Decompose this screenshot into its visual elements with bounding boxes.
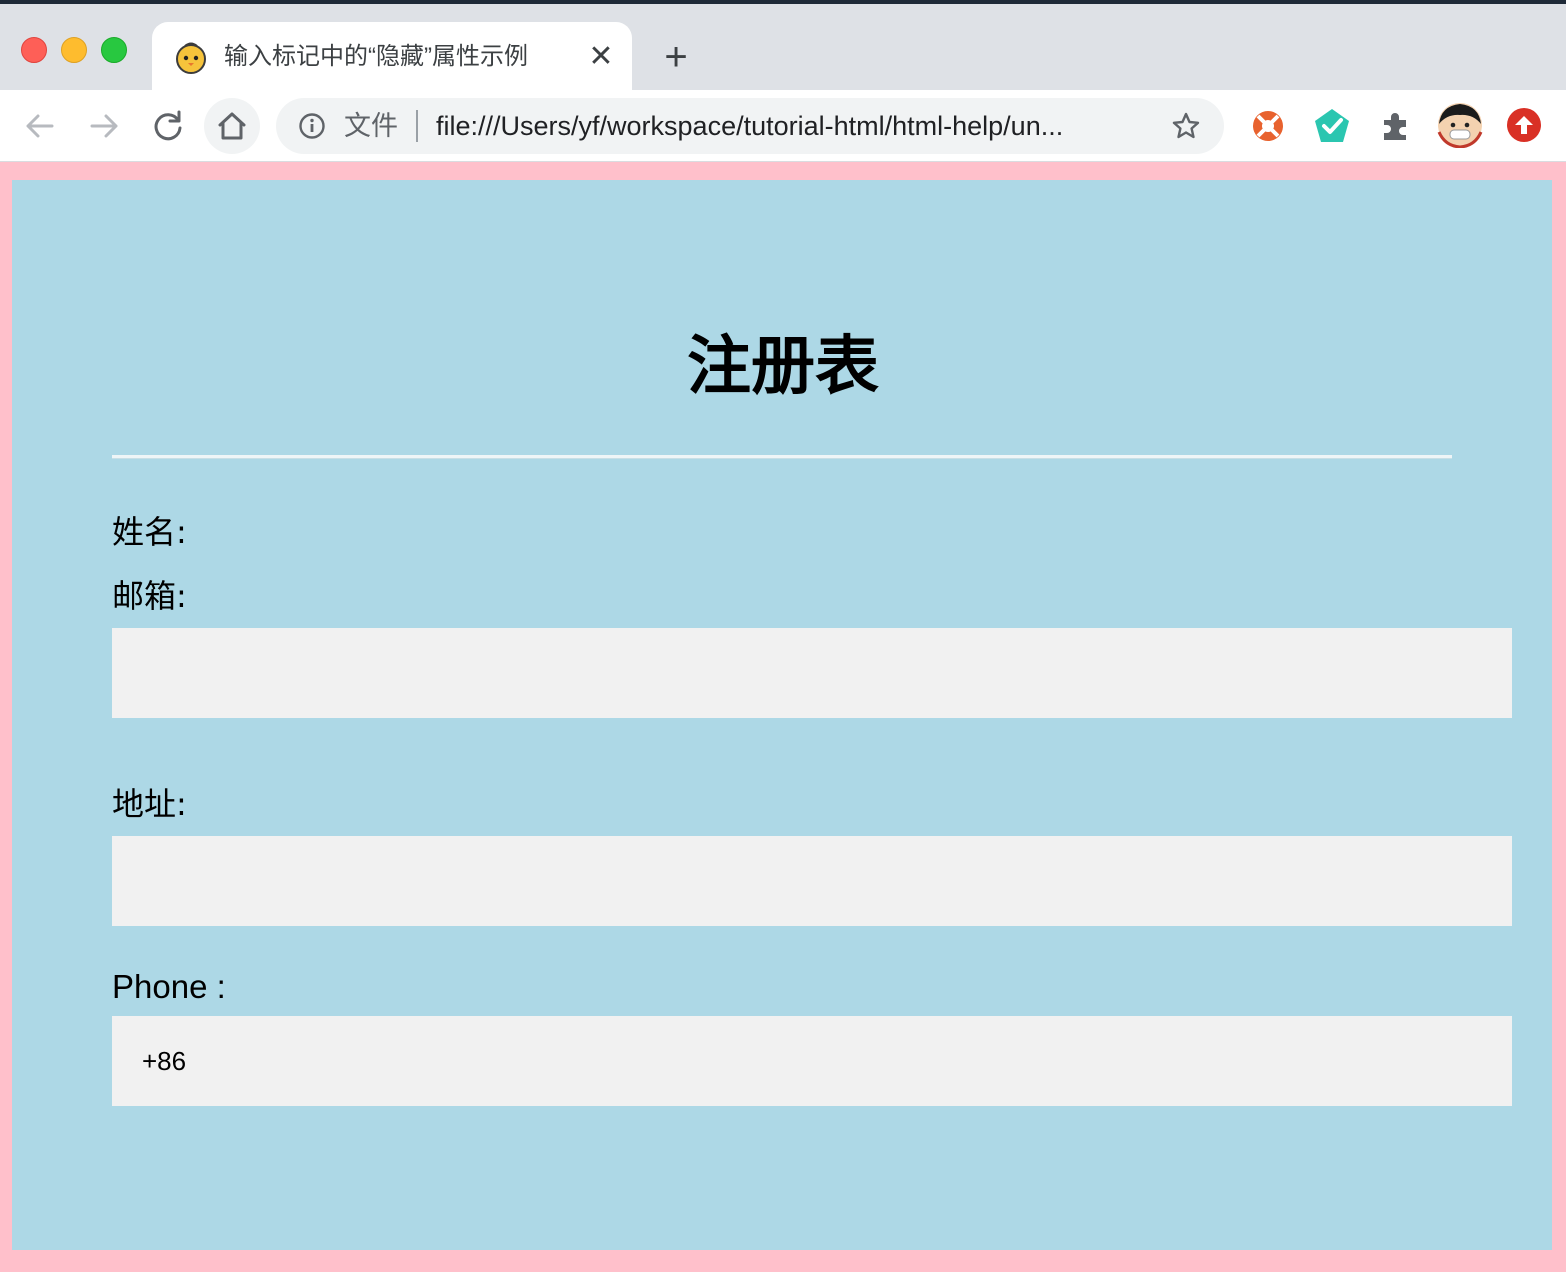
file-scheme-chip: 文件: [344, 111, 398, 141]
home-icon: [218, 112, 246, 140]
email-input[interactable]: [112, 628, 1512, 718]
close-window-button[interactable]: [21, 37, 47, 63]
back-button[interactable]: [18, 104, 62, 148]
name-label: 姓名:: [112, 513, 187, 551]
omnibox-divider: [416, 110, 418, 142]
address-label: 地址:: [112, 785, 187, 823]
home-button[interactable]: [204, 98, 260, 154]
maximize-window-button[interactable]: [101, 37, 127, 63]
arrow-right-icon: [90, 114, 118, 138]
extension-lifebuoy-button[interactable]: [1248, 106, 1288, 146]
puzzle-icon: [1384, 113, 1406, 140]
extensions-menu-button[interactable]: [1376, 106, 1416, 146]
arrow-up-icon: [1507, 108, 1541, 142]
info-icon[interactable]: [298, 112, 326, 140]
phone-label: Phone :: [112, 968, 226, 1005]
tab-active[interactable]: 输入标记中的“隐藏”属性示例 ✕: [152, 22, 632, 90]
reload-button[interactable]: [146, 104, 190, 148]
form-title: 注册表: [687, 330, 879, 404]
url-text[interactable]: file:///Users/yf/workspace/tutorial-html…: [436, 108, 1156, 144]
tab-title: 输入标记中的“隐藏”属性示例: [224, 43, 528, 70]
profile-avatar[interactable]: [1437, 102, 1483, 149]
minimize-window-button[interactable]: [61, 37, 87, 63]
address-input[interactable]: [112, 836, 1512, 926]
tab-close-icon[interactable]: ✕: [584, 40, 618, 74]
browser-toolbar: 文件 file:///Users/yf/workspace/tutorial-h…: [0, 90, 1566, 162]
email-label: 邮箱:: [112, 577, 187, 615]
chick-favicon-icon: [176, 42, 206, 74]
extension-check-button[interactable]: [1312, 106, 1352, 146]
address-bar[interactable]: 文件 file:///Users/yf/workspace/tutorial-h…: [276, 98, 1224, 154]
arrow-left-icon: [26, 114, 54, 138]
forward-button[interactable]: [82, 104, 126, 148]
tab-strip: 输入标记中的“隐藏”属性示例 ✕ +: [0, 4, 1566, 90]
lifebuoy-icon: [1253, 111, 1283, 141]
reload-icon: [154, 110, 182, 141]
update-button[interactable]: [1506, 107, 1542, 143]
avatar-icon: [1437, 103, 1483, 149]
title-divider: [112, 455, 1452, 459]
phone-input[interactable]: [112, 1016, 1512, 1106]
new-tab-button[interactable]: +: [656, 37, 696, 78]
check-pentagon-icon: [1315, 109, 1349, 142]
star-icon[interactable]: [1170, 110, 1202, 142]
